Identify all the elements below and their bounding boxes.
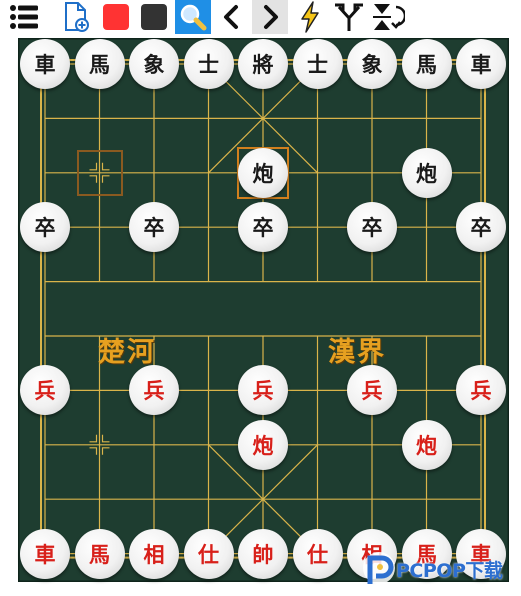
black-piece[interactable]: 馬: [401, 39, 452, 89]
next-move-button[interactable]: [252, 0, 288, 34]
black-piece[interactable]: 炮: [238, 147, 288, 198]
new-document-icon: [65, 2, 89, 32]
chevron-left-icon: [224, 5, 238, 29]
watermark-text: PCPOP下载: [396, 560, 503, 582]
black-piece[interactable]: 車: [456, 39, 506, 89]
black-piece[interactable]: 象: [129, 39, 179, 89]
menu-button[interactable]: [6, 0, 42, 34]
red-piece[interactable]: 仕: [292, 528, 343, 579]
black-piece[interactable]: 卒: [347, 202, 397, 253]
black-piece[interactable]: 將: [238, 39, 288, 89]
xiangqi-board[interactable]: 楚河 漢界 車馬象士將士象馬車炮炮卒卒卒卒卒兵兵兵兵兵炮炮車馬相仕帥仕相馬車: [18, 38, 509, 582]
black-side-button[interactable]: [136, 0, 172, 34]
search-button[interactable]: [175, 0, 211, 34]
last-move-origin-highlight: [76, 149, 123, 196]
previous-move-button[interactable]: [214, 0, 250, 34]
analyze-button[interactable]: [292, 0, 328, 34]
river-label-han-jie: 漢界: [328, 337, 386, 368]
red-side-button[interactable]: [98, 0, 134, 34]
black-piece[interactable]: 車: [20, 39, 70, 89]
variation-button[interactable]: [331, 0, 367, 34]
pcpop-logo-icon: [363, 552, 395, 584]
menu-icon: [10, 5, 38, 29]
red-square-icon: [103, 4, 129, 30]
board-grid: [18, 38, 509, 582]
black-piece[interactable]: 卒: [20, 202, 70, 253]
red-piece[interactable]: 馬: [74, 528, 125, 579]
red-piece[interactable]: 帥: [238, 528, 288, 579]
black-piece[interactable]: 士: [292, 39, 343, 89]
watermark: PCPOP下载: [360, 548, 521, 588]
flip-board-button[interactable]: [370, 0, 406, 34]
black-piece[interactable]: 象: [347, 39, 397, 89]
chevron-right-icon: [264, 5, 278, 29]
red-piece[interactable]: 仕: [183, 528, 234, 579]
river-label-chu-he: 楚河: [98, 337, 156, 368]
toolbar: [0, 0, 521, 36]
black-square-icon: [141, 4, 167, 30]
black-piece[interactable]: 馬: [74, 39, 125, 89]
branch-icon: [335, 3, 363, 31]
black-piece[interactable]: 卒: [129, 202, 179, 253]
black-piece[interactable]: 炮: [401, 147, 452, 198]
flip-icon: [373, 4, 405, 30]
black-piece[interactable]: 卒: [456, 202, 506, 253]
red-piece[interactable]: 炮: [401, 419, 452, 470]
lightning-icon: [301, 1, 319, 33]
black-piece[interactable]: 卒: [238, 202, 288, 253]
red-piece[interactable]: 炮: [238, 419, 288, 470]
new-document-button[interactable]: [58, 0, 94, 34]
search-icon: [180, 4, 207, 31]
red-piece[interactable]: 車: [20, 528, 70, 579]
black-piece[interactable]: 士: [183, 39, 234, 89]
red-piece[interactable]: 相: [129, 528, 179, 579]
